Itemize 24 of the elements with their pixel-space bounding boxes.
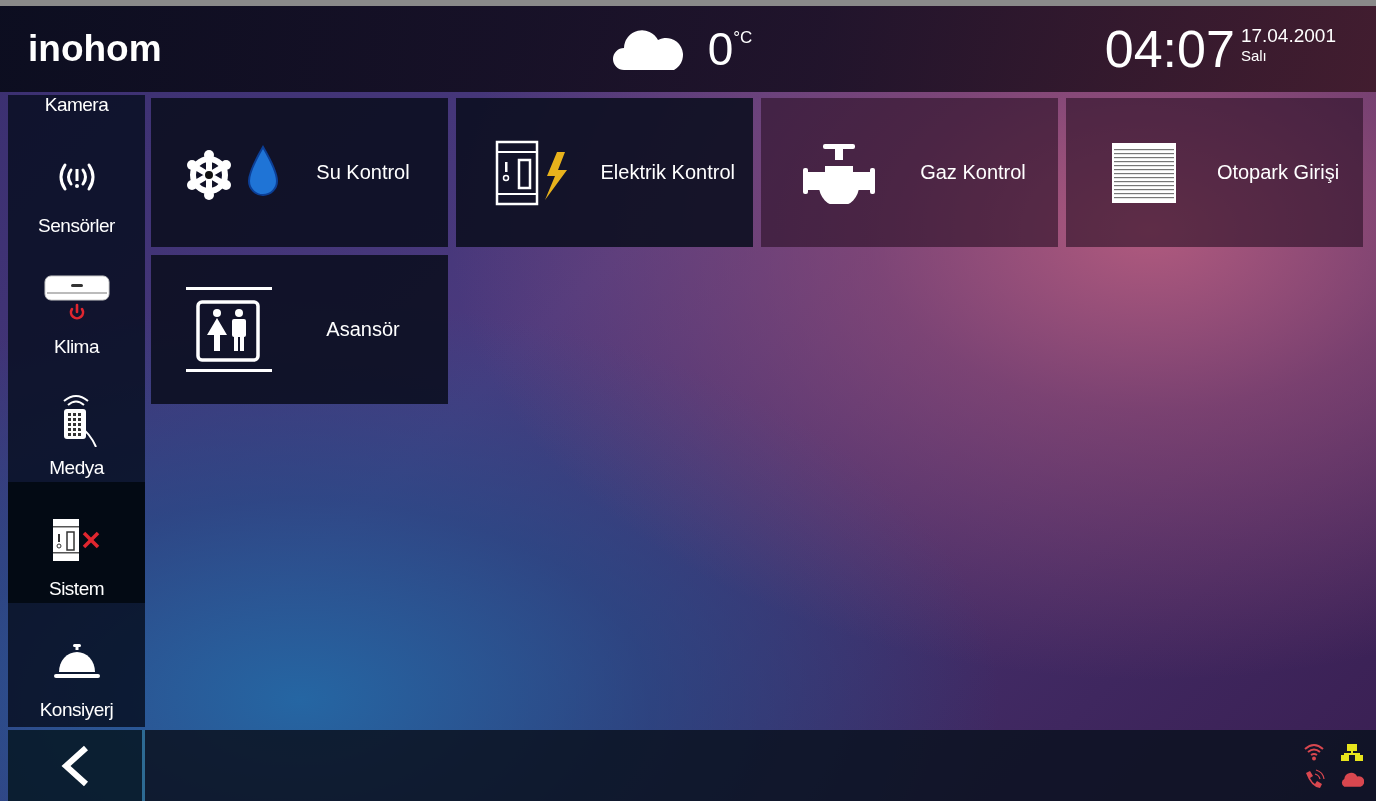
temperature: 0: [707, 26, 734, 72]
weekday-text: Salı: [1240, 47, 1268, 64]
air-conditioner-icon: [42, 274, 111, 322]
elevator-icon: [183, 284, 274, 375]
sidebar-item[interactable]: Sensörler: [8, 119, 145, 240]
date-text: 17.04.2001: [1240, 25, 1336, 47]
logo-text: inohom: [28, 28, 163, 70]
temperature-unit: °C: [733, 28, 753, 48]
roller-shutter-icon: [1109, 140, 1178, 205]
chevron-left-icon: [60, 744, 90, 787]
sidebar-item[interactable]: Klima: [8, 240, 145, 361]
control-tile[interactable]: Elektrik Kontrol: [456, 98, 753, 247]
control-tile[interactable]: Asansör: [151, 255, 448, 404]
clock-time: 04:07: [1104, 23, 1235, 75]
gas-valve-icon: [800, 141, 877, 204]
sidebar-item[interactable]: Konsiyerj: [8, 603, 145, 724]
sidebar-item[interactable]: Medya: [8, 361, 145, 482]
control-tile[interactable]: Otopark Girişi: [1066, 98, 1363, 247]
sidebar-item[interactable]: Kamera: [8, 95, 145, 119]
back-button[interactable]: [8, 730, 145, 801]
service-bell-icon: [51, 642, 102, 680]
control-tile[interactable]: Gaz Kontrol: [761, 98, 1058, 247]
control-tile[interactable]: Su Kontrol: [151, 98, 448, 247]
sidebar-item[interactable]: Sistem: [8, 482, 145, 603]
